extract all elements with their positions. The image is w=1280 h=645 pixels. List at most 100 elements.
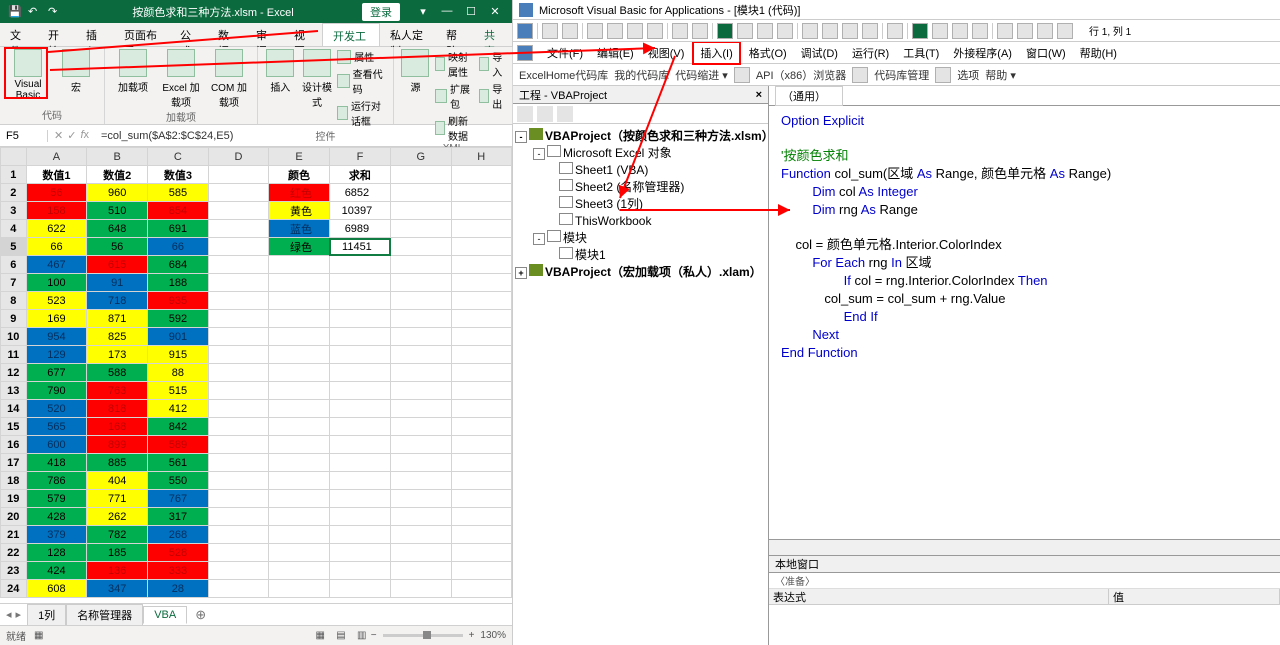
run-dialog-button[interactable]: 运行对话框 bbox=[337, 98, 387, 128]
locals-body[interactable] bbox=[769, 605, 1280, 645]
step-over-icon[interactable] bbox=[952, 23, 968, 39]
row-head-5[interactable]: 5 bbox=[1, 238, 27, 256]
cell-C10[interactable]: 901 bbox=[148, 328, 209, 346]
tab-custom[interactable]: 私人定制 bbox=[380, 23, 436, 46]
tab-formulas[interactable]: 公式 bbox=[170, 23, 208, 46]
help-icon[interactable] bbox=[887, 23, 903, 39]
cell-B10[interactable]: 825 bbox=[87, 328, 148, 346]
grid[interactable]: ABCDEFGH1数值1数值2数值3颜色求和256960585红色6852315… bbox=[0, 147, 512, 603]
menu-debug[interactable]: 调试(D) bbox=[795, 43, 844, 63]
expand-button[interactable]: 扩展包 bbox=[435, 81, 475, 111]
save-icon[interactable]: 💾 bbox=[8, 5, 22, 19]
cell-C2[interactable]: 585 bbox=[148, 184, 209, 202]
redo-icon[interactable]: ↷ bbox=[48, 5, 62, 19]
cell-C14[interactable]: 412 bbox=[148, 400, 209, 418]
cell-A15[interactable]: 565 bbox=[26, 418, 87, 436]
cell-A6[interactable]: 467 bbox=[26, 256, 87, 274]
row-head-8[interactable]: 8 bbox=[1, 292, 27, 310]
cell-F3[interactable]: 10397 bbox=[329, 202, 390, 220]
watch-icon[interactable] bbox=[1017, 23, 1033, 39]
cell-B23[interactable]: 136 bbox=[87, 562, 148, 580]
cell-C16[interactable]: 589 bbox=[148, 436, 209, 454]
xml-source-button[interactable]: 源 bbox=[400, 49, 431, 94]
cell-C5[interactable]: 66 bbox=[148, 238, 209, 256]
cell-F4[interactable]: 6989 bbox=[329, 220, 390, 238]
page-break-view-icon[interactable]: ▥ bbox=[353, 630, 371, 641]
link-api[interactable]: API（x86）浏览器 bbox=[756, 67, 846, 83]
view-code-icon[interactable] bbox=[517, 106, 533, 122]
prev-sheet-icon[interactable]: ▸ bbox=[16, 608, 22, 621]
row-head-11[interactable]: 11 bbox=[1, 346, 27, 364]
row-head-4[interactable]: 4 bbox=[1, 220, 27, 238]
tab-insert[interactable]: 插入 bbox=[76, 23, 114, 46]
zoom-slider[interactable] bbox=[383, 634, 463, 637]
cell-C12[interactable]: 88 bbox=[148, 364, 209, 382]
cell-C18[interactable]: 550 bbox=[148, 472, 209, 490]
cell-B18[interactable]: 404 bbox=[87, 472, 148, 490]
properties-button[interactable]: 属性 bbox=[337, 49, 387, 64]
cell-A18[interactable]: 786 bbox=[26, 472, 87, 490]
cell-B14[interactable]: 818 bbox=[87, 400, 148, 418]
cell-C17[interactable]: 561 bbox=[148, 454, 209, 472]
sheet-tab-1[interactable]: 1列 bbox=[27, 604, 66, 625]
api-icon[interactable] bbox=[734, 67, 750, 83]
row-head-22[interactable]: 22 bbox=[1, 544, 27, 562]
menu-addins[interactable]: 外接程序(A) bbox=[947, 43, 1018, 63]
view-excel-icon[interactable] bbox=[517, 23, 533, 39]
row-head-16[interactable]: 16 bbox=[1, 436, 27, 454]
link-mycode[interactable]: 我的代码库 bbox=[614, 67, 669, 83]
page-layout-view-icon[interactable]: ▤ bbox=[332, 630, 350, 641]
row-head-9[interactable]: 9 bbox=[1, 310, 27, 328]
project-explorer-icon[interactable] bbox=[802, 23, 818, 39]
cell-C22[interactable]: 528 bbox=[148, 544, 209, 562]
cell-C7[interactable]: 188 bbox=[148, 274, 209, 292]
cell-C24[interactable]: 28 bbox=[148, 580, 209, 598]
menu-run[interactable]: 运行(R) bbox=[846, 43, 895, 63]
zoom-in-icon[interactable]: + bbox=[469, 630, 475, 641]
cell-B2[interactable]: 960 bbox=[87, 184, 148, 202]
cell-A10[interactable]: 954 bbox=[26, 328, 87, 346]
cell-A13[interactable]: 790 bbox=[26, 382, 87, 400]
cell-B15[interactable]: 168 bbox=[87, 418, 148, 436]
cell-C23[interactable]: 333 bbox=[148, 562, 209, 580]
view-object-icon[interactable] bbox=[537, 106, 553, 122]
row-head-14[interactable]: 14 bbox=[1, 400, 27, 418]
cell-E2[interactable]: 红色 bbox=[269, 184, 330, 202]
first-sheet-icon[interactable]: ◂ bbox=[6, 608, 12, 621]
options-icon[interactable] bbox=[935, 67, 951, 83]
cell-B5[interactable]: 56 bbox=[87, 238, 148, 256]
cell-F5[interactable]: 11451 bbox=[329, 238, 390, 256]
step-into-icon[interactable] bbox=[932, 23, 948, 39]
row-head-23[interactable]: 23 bbox=[1, 562, 27, 580]
row-head-7[interactable]: 7 bbox=[1, 274, 27, 292]
cell-A22[interactable]: 128 bbox=[26, 544, 87, 562]
add-sheet-icon[interactable]: ⊕ bbox=[187, 607, 214, 623]
cell-A20[interactable]: 428 bbox=[26, 508, 87, 526]
locals-col-expr[interactable]: 表达式 bbox=[769, 589, 1109, 604]
cell-B4[interactable]: 648 bbox=[87, 220, 148, 238]
quickwatch-icon[interactable] bbox=[1037, 23, 1053, 39]
row-head-2[interactable]: 2 bbox=[1, 184, 27, 202]
accept-formula-icon[interactable]: ✓ bbox=[67, 129, 76, 142]
cell-B9[interactable]: 871 bbox=[87, 310, 148, 328]
cell-B3[interactable]: 510 bbox=[87, 202, 148, 220]
tab-review[interactable]: 审阅 bbox=[246, 23, 284, 46]
row-head-3[interactable]: 3 bbox=[1, 202, 27, 220]
maximize-icon[interactable]: ☐ bbox=[462, 5, 480, 18]
tab-developer[interactable]: 开发工具 bbox=[322, 23, 380, 46]
cell-C8[interactable]: 935 bbox=[148, 292, 209, 310]
cell-C4[interactable]: 691 bbox=[148, 220, 209, 238]
excel-addins-button[interactable]: Excel 加载项 bbox=[159, 49, 203, 109]
row-head-19[interactable]: 19 bbox=[1, 490, 27, 508]
com-addins-button[interactable]: COM 加载项 bbox=[207, 49, 251, 109]
link-coderepo[interactable]: 代码库管理 bbox=[874, 67, 929, 83]
import-button[interactable]: 导入 bbox=[479, 49, 506, 79]
row-head-21[interactable]: 21 bbox=[1, 526, 27, 544]
tab-file[interactable]: 文件 bbox=[0, 23, 38, 46]
row-head-12[interactable]: 12 bbox=[1, 364, 27, 382]
menu-window[interactable]: 窗口(W) bbox=[1020, 43, 1072, 63]
cell-A4[interactable]: 622 bbox=[26, 220, 87, 238]
cell-B22[interactable]: 185 bbox=[87, 544, 148, 562]
cell-A23[interactable]: 424 bbox=[26, 562, 87, 580]
project-close-icon[interactable]: × bbox=[756, 89, 762, 101]
